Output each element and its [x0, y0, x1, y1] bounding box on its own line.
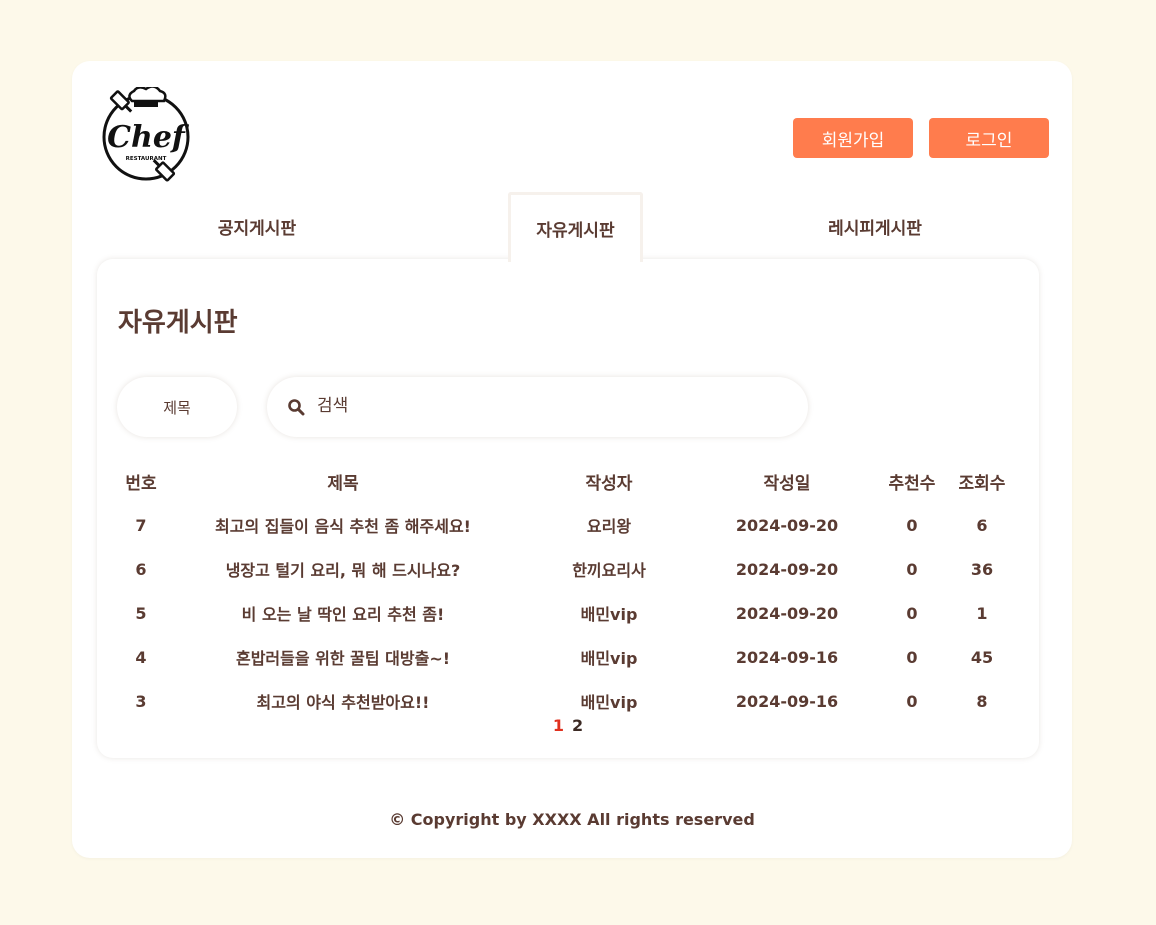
- post-likes: 0: [906, 559, 918, 579]
- post-likes: 0: [906, 603, 918, 623]
- board-panel: 자유게시판 제목 번호 제: [97, 259, 1039, 758]
- post-table: 번호 제목 작성자 작성일 추천수 조회수 7 최고의 집들이 음식 추천 좀 …: [117, 459, 1017, 723]
- post-author: 배민vip: [580, 605, 638, 624]
- search-box: [267, 377, 808, 437]
- post-views: 36: [970, 559, 994, 579]
- post-date: 2024-09-16: [735, 647, 839, 667]
- search-icon[interactable]: [287, 398, 305, 416]
- column-header-likes: 추천수: [888, 473, 936, 494]
- table-row[interactable]: 7 최고의 집들이 음식 추천 좀 해주세요! 요리왕 2024-09-20 0…: [117, 503, 1017, 547]
- table-row[interactable]: 4 혼밥러들을 위한 꿀팁 대방출~! 배민vip 2024-09-16 0 4…: [117, 635, 1017, 679]
- chef-logo-icon[interactable]: Chef RESTAURANT: [100, 85, 196, 183]
- post-title-link[interactable]: 최고의 집들이 음식 추천 좀 해주세요!: [165, 503, 521, 547]
- post-author: 배민vip: [580, 649, 638, 668]
- signup-button[interactable]: 회원가입: [793, 118, 913, 158]
- main-card: Chef RESTAURANT 회원가입 로그인 공지게시판 자유게시판 레시피…: [72, 61, 1072, 858]
- post-title-link[interactable]: 냉장고 털기 요리, 뭐 해 드시나요?: [165, 547, 521, 591]
- tab-notice-board[interactable]: 공지게시판: [97, 192, 417, 260]
- svg-text:RESTAURANT: RESTAURANT: [126, 156, 167, 162]
- column-header-date: 작성일: [763, 473, 811, 494]
- post-title-link[interactable]: 혼밥러들을 위한 꿀팁 대방출~!: [165, 635, 521, 679]
- post-number: 5: [135, 603, 147, 623]
- svg-text:Chef: Chef: [107, 120, 190, 155]
- pagination: 1 2: [97, 716, 1039, 735]
- page-link-1[interactable]: 1: [553, 716, 564, 735]
- post-date: 2024-09-20: [735, 515, 839, 535]
- post-views: 45: [970, 647, 994, 667]
- post-number: 6: [135, 559, 147, 579]
- post-title-link[interactable]: 비 오는 날 딱인 요리 추천 좀!: [165, 591, 521, 635]
- table-row[interactable]: 6 냉장고 털기 요리, 뭐 해 드시나요? 한끼요리사 2024-09-20 …: [117, 547, 1017, 591]
- post-date: 2024-09-20: [735, 603, 839, 623]
- post-author: 요리왕: [586, 517, 632, 536]
- board-tabs: 공지게시판 자유게시판 레시피게시판: [97, 192, 1039, 262]
- login-button[interactable]: 로그인: [929, 118, 1049, 158]
- post-views: 6: [976, 515, 988, 535]
- page-link-2[interactable]: 2: [572, 716, 583, 735]
- table-row[interactable]: 5 비 오는 날 딱인 요리 추천 좀! 배민vip 2024-09-20 0 …: [117, 591, 1017, 635]
- search-filter-select[interactable]: 제목: [117, 377, 237, 437]
- column-header-author: 작성자: [585, 473, 633, 494]
- post-author: 한끼요리사: [572, 561, 646, 580]
- post-number: 7: [135, 515, 147, 535]
- column-header-number: 번호: [125, 473, 157, 494]
- table-header-row: 번호 제목 작성자 작성일 추천수 조회수: [117, 459, 1017, 503]
- auth-buttons: 회원가입 로그인: [793, 118, 1049, 158]
- page-title: 자유게시판: [118, 308, 238, 338]
- footer-copyright: © Copyright by XXXX All rights reserved: [389, 810, 755, 829]
- tab-recipe-board[interactable]: 레시피게시판: [737, 192, 1013, 260]
- column-header-title: 제목: [327, 473, 359, 494]
- column-header-views: 조회수: [958, 473, 1006, 494]
- search-input[interactable]: [317, 391, 777, 421]
- post-date: 2024-09-20: [735, 559, 839, 579]
- post-number: 4: [135, 647, 147, 667]
- tab-free-board[interactable]: 자유게시판: [508, 192, 643, 262]
- post-likes: 0: [906, 647, 918, 667]
- post-likes: 0: [906, 515, 918, 535]
- post-views: 1: [976, 603, 988, 623]
